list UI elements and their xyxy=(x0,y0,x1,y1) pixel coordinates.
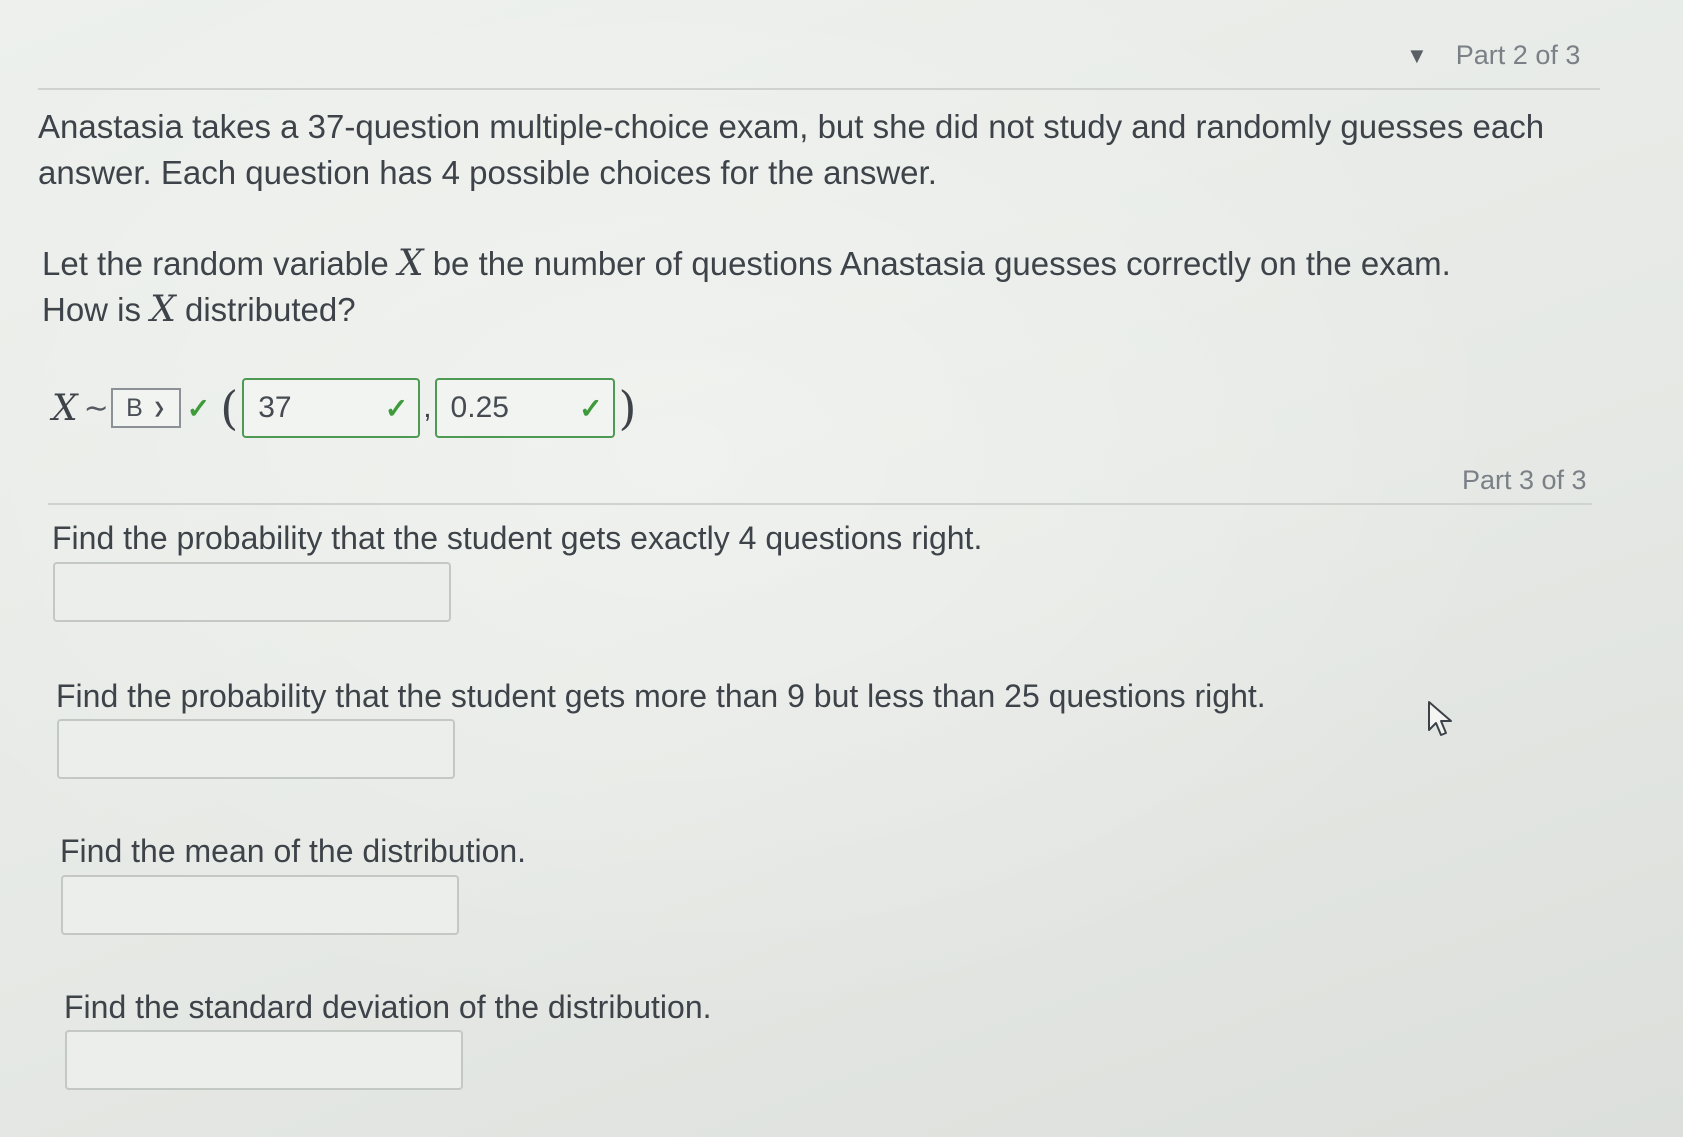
distribution-answer-row: X ∼ B ❯ ✓ ( 37 ✓ , 0.25 ✓ ) xyxy=(52,378,641,438)
checkmark-icon: ✓ xyxy=(186,392,211,424)
p-parameter-value: 0.25 xyxy=(450,391,509,424)
answer-input-exact-four[interactable] xyxy=(53,562,451,622)
distribution-variable: X xyxy=(52,387,78,429)
random-variable-x-2: X xyxy=(150,289,176,330)
n-parameter-input[interactable]: 37 ✓ xyxy=(242,378,421,438)
part3-label: Part 3 of 3 xyxy=(1462,465,1587,495)
question-mean: Find the mean of the distribution. xyxy=(60,833,527,869)
question-range: Find the probability that the student ge… xyxy=(56,678,1266,714)
answer-input-standard-deviation[interactable] xyxy=(65,1030,463,1090)
part2-header[interactable]: ▼ Part 2 of 3 xyxy=(1406,40,1580,71)
question-let-statement: Let the random variable X be the number … xyxy=(42,241,1602,333)
question-intro: Anastasia takes a 37-question multiple-c… xyxy=(38,108,1545,191)
answer-input-mean[interactable] xyxy=(61,875,459,935)
mouse-pointer-icon xyxy=(1428,701,1452,736)
random-variable-x: X xyxy=(397,243,424,284)
tilde-symbol: ∼ xyxy=(83,391,109,425)
checkmark-icon: ✓ xyxy=(384,392,409,424)
question-standard-deviation: Find the standard deviation of the distr… xyxy=(64,989,712,1025)
triangle-down-icon[interactable]: ▼ xyxy=(1406,43,1428,69)
checkmark-icon: ✓ xyxy=(579,392,603,424)
p-parameter-input[interactable]: 0.25 ✓ xyxy=(434,378,615,438)
answer-input-range[interactable] xyxy=(57,719,455,779)
distribution-type-select[interactable]: B ❯ xyxy=(110,388,181,428)
distribution-type-value: B xyxy=(126,393,143,422)
close-paren: ) xyxy=(618,381,637,435)
comma: , xyxy=(423,391,432,424)
question-exact-four: Find the probability that the student ge… xyxy=(52,520,983,556)
let-prefix: Let the random variable xyxy=(42,245,398,282)
let-suffix: be the number of questions Anastasia gue… xyxy=(423,245,1451,282)
how-suffix: distributed? xyxy=(175,291,356,328)
part2-divider xyxy=(38,88,1600,90)
how-prefix: How is xyxy=(42,291,151,328)
part3-header: Part 3 of 3 xyxy=(1462,465,1587,496)
part3-divider xyxy=(48,503,1592,505)
part2-label: Part 2 of 3 xyxy=(1455,40,1581,70)
open-paren: ( xyxy=(220,381,239,435)
n-parameter-value: 37 xyxy=(258,391,292,424)
chevron-down-icon: ❯ xyxy=(152,400,166,417)
